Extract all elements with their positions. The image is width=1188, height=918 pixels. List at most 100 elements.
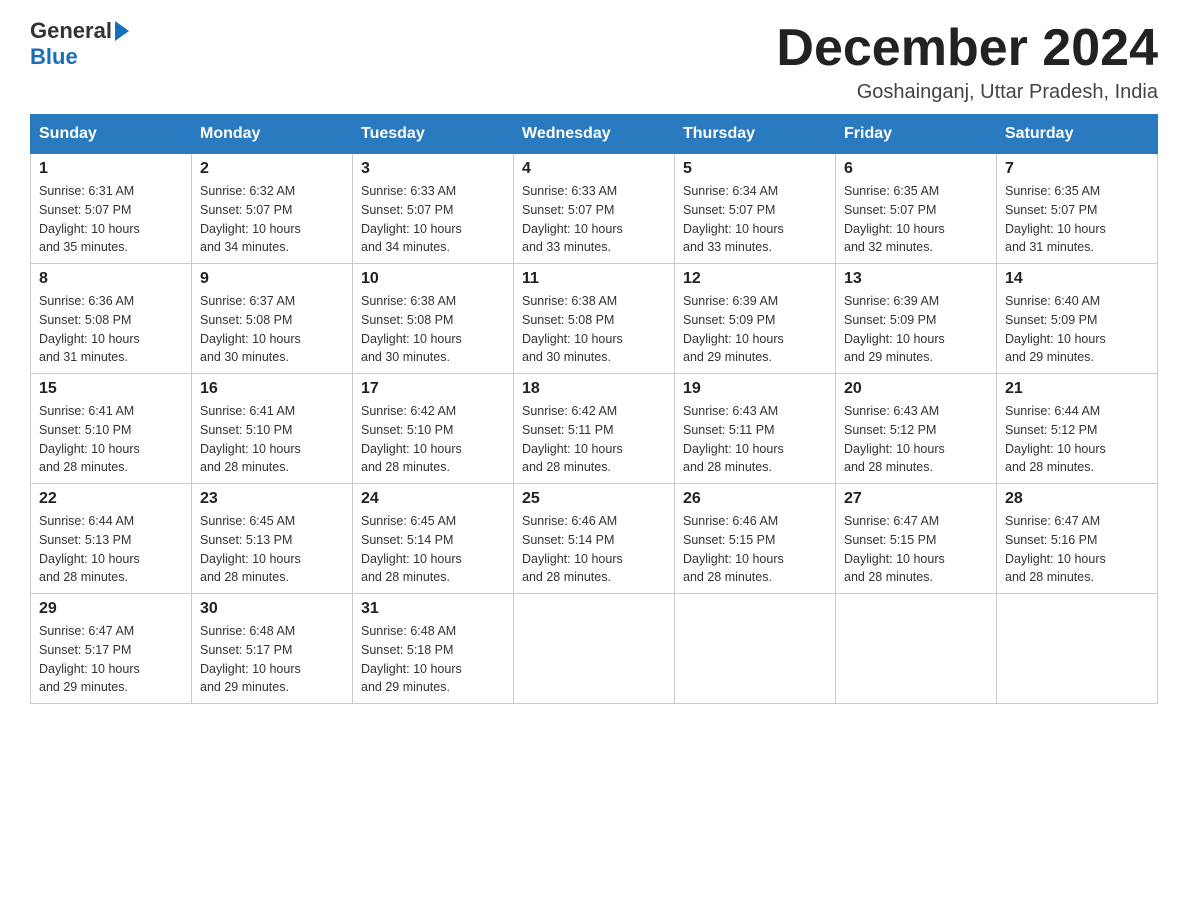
page-header: General Blue December 2024 Goshainganj, … (30, 20, 1158, 104)
calendar-cell: 29 Sunrise: 6:47 AMSunset: 5:17 PMDayligh… (31, 594, 192, 704)
calendar-cell: 23Sunrise: 6:45 AMSunset: 5:13 PMDayligh… (192, 484, 353, 594)
calendar-cell: 9Sunrise: 6:37 AMSunset: 5:08 PMDaylight… (192, 264, 353, 374)
day-info: Sunrise: 6:43 AMSunset: 5:12 PMDaylight:… (844, 402, 988, 477)
calendar-cell: 7 Sunrise: 6:35 AMSunset: 5:07 PMDaylight… (997, 154, 1158, 264)
title-block: December 2024 Goshainganj, Uttar Pradesh… (776, 20, 1158, 104)
location-title: Goshainganj, Uttar Pradesh, India (776, 81, 1158, 104)
day-number: 10 (361, 270, 505, 288)
calendar-cell: 12 Sunrise: 6:39 AMSunset: 5:09 PMDayligh… (675, 264, 836, 374)
logo-text-blue: Blue (30, 44, 78, 70)
day-info: Sunrise: 6:38 AMSunset: 5:08 PMDaylight:… (522, 292, 666, 367)
day-info: Sunrise: 6:45 AMSunset: 5:13 PMDaylight:… (200, 512, 344, 587)
calendar-cell: 1Sunrise: 6:31 AMSunset: 5:07 PMDaylight… (31, 154, 192, 264)
day-number: 14 (1005, 270, 1149, 288)
week-row-4: 22 Sunrise: 6:44 AMSunset: 5:13 PMDayligh… (31, 484, 1158, 594)
calendar-cell: 16Sunrise: 6:41 AMSunset: 5:10 PMDayligh… (192, 374, 353, 484)
logo: General Blue (30, 20, 129, 70)
calendar-cell: 20 Sunrise: 6:43 AMSunset: 5:12 PMDayligh… (836, 374, 997, 484)
calendar-header-row: SundayMondayTuesdayWednesdayThursdayFrid… (31, 115, 1158, 154)
calendar-cell: 8 Sunrise: 6:36 AMSunset: 5:08 PMDaylight… (31, 264, 192, 374)
day-number: 29 (39, 600, 183, 618)
day-info: Sunrise: 6:35 AMSunset: 5:07 PMDaylight:… (1005, 182, 1149, 257)
day-info: Sunrise: 6:44 AMSunset: 5:13 PMDaylight:… (39, 512, 183, 587)
day-number: 25 (522, 490, 666, 508)
calendar-cell: 28 Sunrise: 6:47 AMSunset: 5:16 PMDayligh… (997, 484, 1158, 594)
day-info: Sunrise: 6:47 AMSunset: 5:17 PMDaylight:… (39, 622, 183, 697)
day-number: 16 (200, 380, 344, 398)
day-info: Sunrise: 6:39 AMSunset: 5:09 PMDaylight:… (683, 292, 827, 367)
calendar-cell: 19 Sunrise: 6:43 AMSunset: 5:11 PMDayligh… (675, 374, 836, 484)
day-info: Sunrise: 6:46 AMSunset: 5:14 PMDaylight:… (522, 512, 666, 587)
day-number: 20 (844, 380, 988, 398)
calendar-cell: 4Sunrise: 6:33 AMSunset: 5:07 PMDaylight… (514, 154, 675, 264)
calendar-cell (675, 594, 836, 704)
day-info: Sunrise: 6:33 AMSunset: 5:07 PMDaylight:… (361, 182, 505, 257)
calendar-cell: 22 Sunrise: 6:44 AMSunset: 5:13 PMDayligh… (31, 484, 192, 594)
day-number: 8 (39, 270, 183, 288)
day-number: 1 (39, 160, 183, 178)
day-info: Sunrise: 6:48 AMSunset: 5:18 PMDaylight:… (361, 622, 505, 697)
calendar-cell (997, 594, 1158, 704)
calendar-cell: 13Sunrise: 6:39 AMSunset: 5:09 PMDayligh… (836, 264, 997, 374)
logo-text-general: General (30, 20, 112, 42)
day-info: Sunrise: 6:40 AMSunset: 5:09 PMDaylight:… (1005, 292, 1149, 367)
day-info: Sunrise: 6:36 AMSunset: 5:08 PMDaylight:… (39, 292, 183, 367)
day-of-week-header-tuesday: Tuesday (353, 115, 514, 154)
calendar-cell: 30 Sunrise: 6:48 AMSunset: 5:17 PMDayligh… (192, 594, 353, 704)
day-number: 3 (361, 160, 505, 178)
calendar-cell: 3 Sunrise: 6:33 AMSunset: 5:07 PMDaylight… (353, 154, 514, 264)
calendar-cell (514, 594, 675, 704)
day-info: Sunrise: 6:39 AMSunset: 5:09 PMDaylight:… (844, 292, 988, 367)
day-number: 30 (200, 600, 344, 618)
day-info: Sunrise: 6:47 AMSunset: 5:15 PMDaylight:… (844, 512, 988, 587)
calendar-cell: 26 Sunrise: 6:46 AMSunset: 5:15 PMDayligh… (675, 484, 836, 594)
month-title: December 2024 (776, 20, 1158, 77)
calendar-cell: 6Sunrise: 6:35 AMSunset: 5:07 PMDaylight… (836, 154, 997, 264)
day-info: Sunrise: 6:44 AMSunset: 5:12 PMDaylight:… (1005, 402, 1149, 477)
day-number: 11 (522, 270, 666, 288)
calendar-cell: 25 Sunrise: 6:46 AMSunset: 5:14 PMDayligh… (514, 484, 675, 594)
day-number: 19 (683, 380, 827, 398)
day-of-week-header-sunday: Sunday (31, 115, 192, 154)
day-number: 7 (1005, 160, 1149, 178)
calendar-cell: 17Sunrise: 6:42 AMSunset: 5:10 PMDayligh… (353, 374, 514, 484)
day-info: Sunrise: 6:38 AMSunset: 5:08 PMDaylight:… (361, 292, 505, 367)
day-number: 26 (683, 490, 827, 508)
day-number: 22 (39, 490, 183, 508)
calendar-cell: 5Sunrise: 6:34 AMSunset: 5:07 PMDaylight… (675, 154, 836, 264)
day-number: 15 (39, 380, 183, 398)
week-row-3: 15Sunrise: 6:41 AMSunset: 5:10 PMDayligh… (31, 374, 1158, 484)
calendar-cell: 2 Sunrise: 6:32 AMSunset: 5:07 PMDaylight… (192, 154, 353, 264)
calendar-cell: 15Sunrise: 6:41 AMSunset: 5:10 PMDayligh… (31, 374, 192, 484)
day-number: 28 (1005, 490, 1149, 508)
day-info: Sunrise: 6:43 AMSunset: 5:11 PMDaylight:… (683, 402, 827, 477)
day-info: Sunrise: 6:32 AMSunset: 5:07 PMDaylight:… (200, 182, 344, 257)
week-row-1: 1Sunrise: 6:31 AMSunset: 5:07 PMDaylight… (31, 154, 1158, 264)
day-info: Sunrise: 6:33 AMSunset: 5:07 PMDaylight:… (522, 182, 666, 257)
day-number: 31 (361, 600, 505, 618)
calendar-cell (836, 594, 997, 704)
calendar-cell: 10 Sunrise: 6:38 AMSunset: 5:08 PMDayligh… (353, 264, 514, 374)
day-info: Sunrise: 6:35 AMSunset: 5:07 PMDaylight:… (844, 182, 988, 257)
calendar-cell: 24Sunrise: 6:45 AMSunset: 5:14 PMDayligh… (353, 484, 514, 594)
day-info: Sunrise: 6:48 AMSunset: 5:17 PMDaylight:… (200, 622, 344, 697)
day-number: 2 (200, 160, 344, 178)
calendar-cell: 21Sunrise: 6:44 AMSunset: 5:12 PMDayligh… (997, 374, 1158, 484)
day-number: 9 (200, 270, 344, 288)
day-of-week-header-saturday: Saturday (997, 115, 1158, 154)
day-number: 27 (844, 490, 988, 508)
calendar-table: SundayMondayTuesdayWednesdayThursdayFrid… (30, 114, 1158, 704)
day-info: Sunrise: 6:46 AMSunset: 5:15 PMDaylight:… (683, 512, 827, 587)
day-of-week-header-wednesday: Wednesday (514, 115, 675, 154)
day-info: Sunrise: 6:34 AMSunset: 5:07 PMDaylight:… (683, 182, 827, 257)
day-number: 12 (683, 270, 827, 288)
day-info: Sunrise: 6:42 AMSunset: 5:11 PMDaylight:… (522, 402, 666, 477)
day-of-week-header-friday: Friday (836, 115, 997, 154)
day-of-week-header-monday: Monday (192, 115, 353, 154)
calendar-cell: 27 Sunrise: 6:47 AMSunset: 5:15 PMDayligh… (836, 484, 997, 594)
calendar-cell: 18Sunrise: 6:42 AMSunset: 5:11 PMDayligh… (514, 374, 675, 484)
week-row-2: 8 Sunrise: 6:36 AMSunset: 5:08 PMDaylight… (31, 264, 1158, 374)
day-info: Sunrise: 6:47 AMSunset: 5:16 PMDaylight:… (1005, 512, 1149, 587)
calendar-cell: 14 Sunrise: 6:40 AMSunset: 5:09 PMDayligh… (997, 264, 1158, 374)
day-of-week-header-thursday: Thursday (675, 115, 836, 154)
